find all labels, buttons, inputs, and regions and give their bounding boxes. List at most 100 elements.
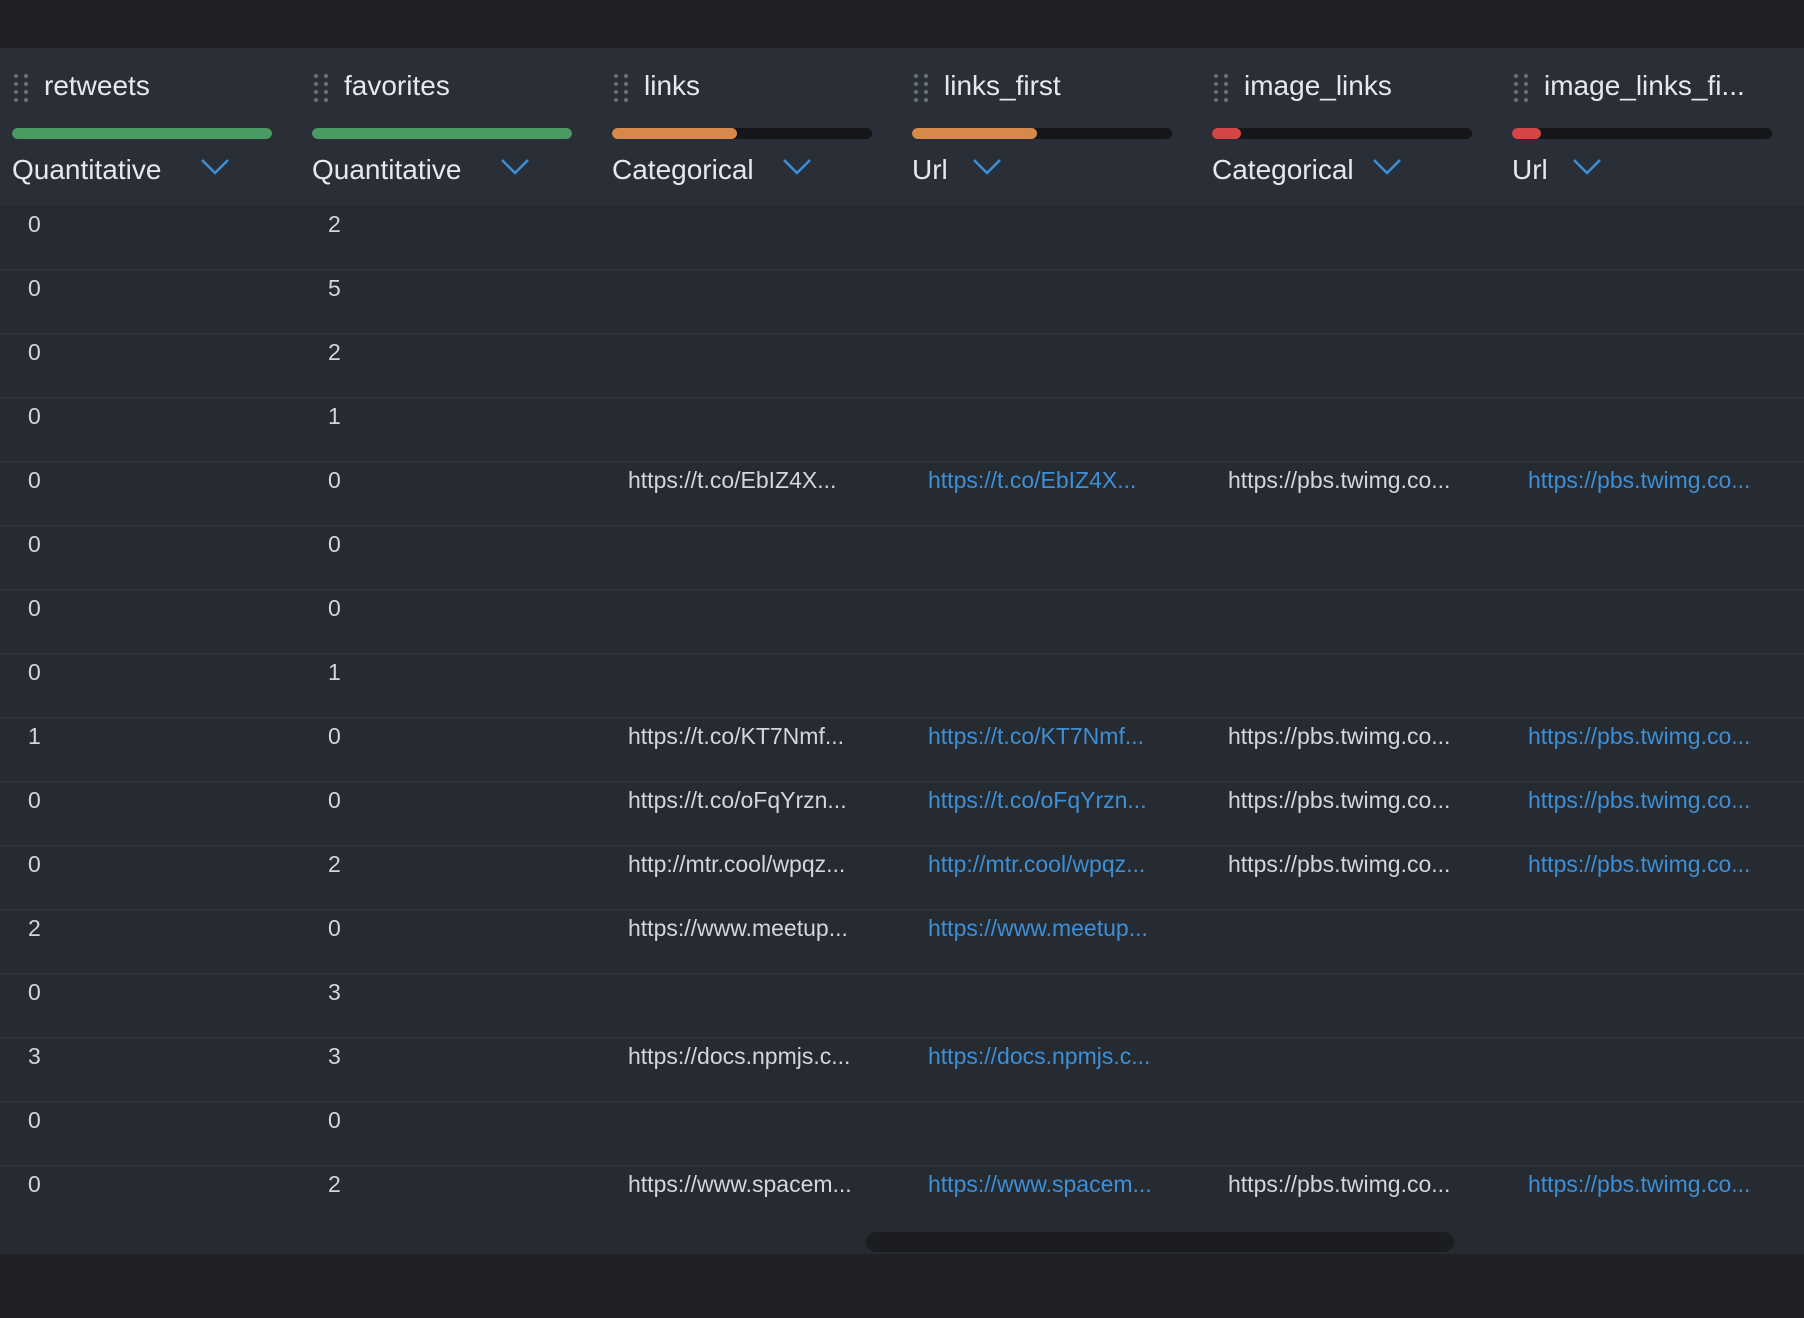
- url-link-cell[interactable]: [928, 270, 1184, 333]
- table-row[interactable]: 0 2 https://www.spacem... https://www.space…: [0, 1166, 1804, 1230]
- chevron-down-icon[interactable]: [200, 156, 230, 178]
- chevron-down-icon[interactable]: [1572, 156, 1602, 178]
- table-row[interactable]: 3 3 https://docs.npmjs.c... https://docs.np…: [0, 1038, 1804, 1102]
- table-cell: [1228, 334, 1484, 397]
- table-row[interactable]: 1 0 https://t.co/KT7Nmf... https://t.co/KT7…: [0, 718, 1804, 782]
- table-row[interactable]: 05: [0, 270, 1804, 334]
- table-row[interactable]: 01: [0, 654, 1804, 718]
- url-link-cell[interactable]: [1528, 398, 1784, 461]
- url-link-cell[interactable]: https://www.spacem...: [928, 1166, 1184, 1229]
- horizontal-scrollbar-thumb[interactable]: [866, 1232, 1454, 1252]
- table-row[interactable]: 02: [0, 334, 1804, 398]
- column-header-1[interactable]: favorites Quantitative: [300, 48, 600, 206]
- column-type-select[interactable]: Quantitative: [12, 154, 161, 186]
- url-link-cell[interactable]: https://docs.npmjs.c...: [928, 1038, 1184, 1101]
- table-row[interactable]: 00: [0, 590, 1804, 654]
- drag-handle-icon[interactable]: [14, 74, 30, 104]
- column-name[interactable]: image_links: [1244, 70, 1392, 102]
- url-link-cell[interactable]: [1528, 334, 1784, 397]
- data-quality-fill: [1212, 128, 1241, 139]
- url-link-cell[interactable]: https://t.co/KT7Nmf...: [928, 718, 1184, 781]
- table-row[interactable]: 00: [0, 526, 1804, 590]
- column-name[interactable]: favorites: [344, 70, 450, 102]
- data-grid-app: retweets Quantitative favorites Quantitativ…: [0, 0, 1804, 1318]
- table-row[interactable]: 0 0 https://t.co/oFqYrzn... https://t.co/oF…: [0, 782, 1804, 846]
- column-type-select[interactable]: Categorical: [1212, 154, 1354, 186]
- table-cell: 1: [328, 659, 341, 685]
- column-name[interactable]: links: [644, 70, 700, 102]
- drag-handle-icon[interactable]: [614, 74, 630, 104]
- url-link-cell[interactable]: [928, 334, 1184, 397]
- table-cell: [1228, 270, 1484, 333]
- chevron-down-icon[interactable]: [782, 156, 812, 178]
- url-link-cell[interactable]: [928, 526, 1184, 589]
- drag-handle-icon[interactable]: [914, 74, 930, 104]
- column-type-select[interactable]: Url: [1512, 154, 1548, 186]
- table-row[interactable]: 01: [0, 398, 1804, 462]
- table-row[interactable]: 02: [0, 206, 1804, 270]
- url-link-cell[interactable]: [1528, 910, 1784, 973]
- table-cell: [628, 334, 884, 397]
- data-quality-bar: [912, 128, 1172, 139]
- column-header-4[interactable]: image_links Categorical: [1200, 48, 1500, 206]
- url-link-cell[interactable]: https://pbs.twimg.co...: [1528, 846, 1784, 909]
- url-link-cell[interactable]: https://pbs.twimg.co...: [1528, 782, 1784, 845]
- url-link-cell[interactable]: [1528, 206, 1784, 269]
- url-link-cell[interactable]: https://www.meetup...: [928, 910, 1184, 973]
- column-header-2[interactable]: links Categorical: [600, 48, 900, 206]
- data-quality-bar: [612, 128, 872, 139]
- column-type-select[interactable]: Url: [912, 154, 948, 186]
- table-cell: [628, 206, 884, 269]
- column-name[interactable]: retweets: [44, 70, 150, 102]
- chevron-down-icon[interactable]: [500, 156, 530, 178]
- chevron-down-icon[interactable]: [1372, 156, 1402, 178]
- table-cell: 0: [28, 211, 41, 237]
- url-link-cell[interactable]: [928, 1102, 1184, 1165]
- table-row[interactable]: 03: [0, 974, 1804, 1038]
- url-link-cell[interactable]: [928, 974, 1184, 1037]
- column-header-3[interactable]: links_first Url: [900, 48, 1200, 206]
- url-link-cell[interactable]: https://t.co/oFqYrzn...: [928, 782, 1184, 845]
- url-link-cell[interactable]: [1528, 654, 1784, 717]
- url-link-cell[interactable]: [928, 654, 1184, 717]
- url-link-cell[interactable]: http://mtr.cool/wpqz...: [928, 846, 1184, 909]
- table-cell: 0: [28, 339, 41, 365]
- table-cell: https://t.co/EbIZ4X...: [628, 467, 837, 493]
- chevron-down-icon[interactable]: [972, 156, 1002, 178]
- url-link-cell[interactable]: https://pbs.twimg.co...: [1528, 718, 1784, 781]
- url-link-cell[interactable]: https://pbs.twimg.co...: [1528, 462, 1784, 525]
- column-name[interactable]: links_first: [944, 70, 1061, 102]
- table-cell: 0: [28, 1171, 41, 1197]
- column-name[interactable]: image_links_fi...: [1544, 70, 1745, 102]
- table-cell: 0: [28, 531, 41, 557]
- url-link-cell[interactable]: https://pbs.twimg.co...: [1528, 1166, 1784, 1229]
- url-link-cell[interactable]: [1528, 526, 1784, 589]
- url-link-cell[interactable]: [928, 398, 1184, 461]
- table-cell: [628, 974, 884, 1037]
- table-row[interactable]: 00: [0, 1102, 1804, 1166]
- table-cell: [628, 526, 884, 589]
- column-type-select[interactable]: Quantitative: [312, 154, 461, 186]
- url-link-cell[interactable]: [1528, 270, 1784, 333]
- url-link-cell[interactable]: [1528, 1102, 1784, 1165]
- table-cell: 3: [328, 1043, 341, 1069]
- table-row[interactable]: 2 0 https://www.meetup... https://www.meetu…: [0, 910, 1804, 974]
- url-link-cell[interactable]: https://t.co/EbIZ4X...: [928, 462, 1184, 525]
- column-header-0[interactable]: retweets Quantitative: [0, 48, 300, 206]
- url-link-cell[interactable]: [928, 206, 1184, 269]
- url-link-cell[interactable]: [1528, 1038, 1784, 1101]
- table-cell: [628, 654, 884, 717]
- table-cell: [628, 398, 884, 461]
- drag-handle-icon[interactable]: [1514, 74, 1530, 104]
- column-type-select[interactable]: Categorical: [612, 154, 754, 186]
- table-row[interactable]: 0 2 http://mtr.cool/wpqz... http://mtr.cool…: [0, 846, 1804, 910]
- url-link-cell[interactable]: [928, 590, 1184, 653]
- column-header-5[interactable]: image_links_fi... Url: [1500, 48, 1800, 206]
- table-row[interactable]: 0 0 https://t.co/EbIZ4X... https://t.co/EbI…: [0, 462, 1804, 526]
- url-link-cell[interactable]: [1528, 590, 1784, 653]
- drag-handle-icon[interactable]: [314, 74, 330, 104]
- drag-handle-icon[interactable]: [1214, 74, 1230, 104]
- table-cell: 0: [28, 467, 41, 493]
- url-link-cell[interactable]: [1528, 974, 1784, 1037]
- table-cell: [628, 590, 884, 653]
